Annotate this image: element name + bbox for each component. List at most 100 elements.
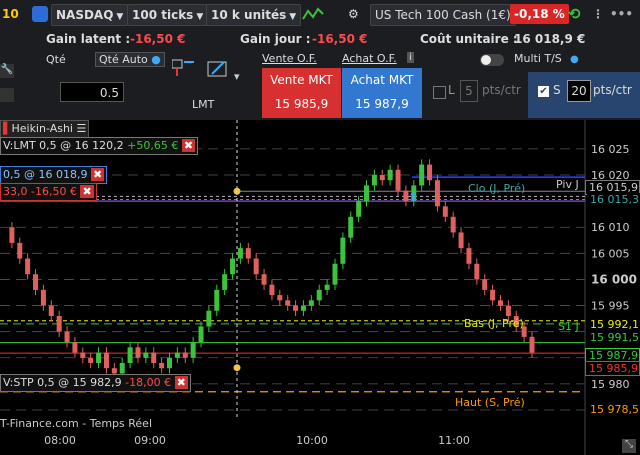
toggle-knob <box>481 55 491 65</box>
candle-down <box>25 258 31 275</box>
ellipsis-icon[interactable]: ••• <box>610 4 633 24</box>
candle-down <box>427 164 433 181</box>
candle-down <box>505 305 511 316</box>
info-dot-icon: ● <box>570 54 579 65</box>
candle-down <box>434 180 440 207</box>
position-pnl-tag: 33,0 -16,50 € ✖ <box>0 183 97 201</box>
sell-mkt-label: Vente MKT <box>270 73 333 87</box>
order-lmt-tag[interactable]: V:LMT 0,5 @ 16 120,2 +50,65 € ✖ <box>0 137 199 155</box>
candle-down <box>482 279 488 290</box>
candle-up <box>237 248 243 259</box>
candle-up <box>166 357 172 369</box>
position-pnl: -16,50 € <box>31 185 77 198</box>
candle-up <box>190 342 196 358</box>
vente-of-label[interactable]: Vente O.F. <box>262 52 317 65</box>
y-tick-label: 16 005 <box>591 247 630 260</box>
level-bas-label: Bas (J, Pré) <box>464 317 524 330</box>
l-label: L <box>448 83 455 97</box>
candle-down <box>40 289 46 306</box>
lmt-label: LMT <box>192 98 215 111</box>
stats-bar: Gain latent : -16,50 € Gain jour : -16,5… <box>0 28 640 51</box>
level-piv-label: Piv J <box>556 178 579 191</box>
candle-up <box>348 216 354 238</box>
indicator-icon[interactable] <box>302 4 324 24</box>
order-handle <box>233 364 241 372</box>
order-lmt-pnl: +50,65 € <box>127 139 179 152</box>
order-stp-tag[interactable]: V:STP 0,5 @ 15 982,9 -18,00 € ✖ <box>0 374 191 392</box>
multi-ts-toggle[interactable] <box>480 54 504 66</box>
qty-input[interactable]: 0.5 <box>60 82 124 102</box>
sell-mkt-button[interactable]: Vente MKT 15 985,9 <box>262 68 341 118</box>
y-tick-label: 16 025 <box>591 143 630 156</box>
chart-type-tag[interactable]: ▌Heikin-Ashi ☰ <box>0 120 90 138</box>
top-toolbar: 10 NASDAQ ▼ 100 ticks ▼ 10 k unités ▼ ⚙ US … <box>0 0 640 29</box>
refresh-icon[interactable]: ⟲ <box>568 4 581 24</box>
gain-latent-label: Gain latent : <box>46 32 131 46</box>
candle-up <box>356 201 362 217</box>
candle-up <box>174 352 180 358</box>
order-edit-icon[interactable] <box>206 58 230 80</box>
candle-up <box>324 284 330 290</box>
close-icon[interactable]: ✖ <box>174 376 188 389</box>
price-tag-haut: 15 978,5 <box>587 403 640 416</box>
chevron-down-icon[interactable]: ▾ <box>234 70 240 83</box>
l-checkbox[interactable] <box>433 86 446 99</box>
list-icon[interactable]: ☰ <box>76 122 86 135</box>
candle-down <box>111 368 117 374</box>
candle-down <box>277 295 283 301</box>
candle-down <box>159 363 165 369</box>
candle-down <box>253 258 259 275</box>
keyboard-icon[interactable] <box>0 88 14 102</box>
x-tick-label: 10:00 <box>296 434 328 447</box>
close-icon[interactable]: ✖ <box>80 185 94 198</box>
candle-up <box>340 237 346 264</box>
wrench-icon[interactable]: 🔧 <box>0 64 14 78</box>
chevron-down-icon: ▼ <box>116 12 124 22</box>
instrument-label: US Tech 100 Cash (1€) <box>375 8 511 22</box>
candle-up <box>206 310 212 327</box>
l-input[interactable]: 5 <box>460 80 478 102</box>
candle-down <box>466 248 472 264</box>
arrow-up-icon: ⬆ <box>408 190 419 204</box>
candle-up <box>198 326 204 343</box>
info-icon[interactable]: i <box>407 52 414 63</box>
achat-of-label[interactable]: Achat O.F. <box>342 52 397 65</box>
candle-up <box>387 169 393 181</box>
order-lmt-label: V:LMT 0,5 @ 16 120,2 <box>3 139 124 152</box>
link-icon[interactable] <box>32 6 48 22</box>
buy-mkt-button[interactable]: Achat MKT 15 987,9 <box>342 68 422 118</box>
s-checkbox[interactable]: ✔ <box>538 86 549 97</box>
level-s1-label: S1 J <box>558 320 579 333</box>
qty-auto-label: Qté Auto <box>99 53 148 66</box>
close-icon[interactable]: ✖ <box>90 168 105 181</box>
s-input[interactable]: 20 <box>567 80 591 102</box>
candle-down <box>293 305 299 311</box>
price-tag-bid: 15 985,9 <box>585 361 640 376</box>
price-chart[interactable]: 16 02516 02016 01516 01016 00516 00015 9… <box>0 120 640 455</box>
close-icon[interactable]: ✖ <box>181 139 196 152</box>
order-panel: 🔧 Qté Qté Auto ● 0.5 LMT ▾ Vente O.F. Ac… <box>0 50 640 121</box>
dots-icon[interactable]: ⋮ <box>592 4 604 24</box>
settings-gear-icon[interactable]: ⚙ <box>348 4 359 24</box>
gain-latent-value: -16,50 € <box>130 32 186 46</box>
qty-auto-toggle[interactable]: Qté Auto ● <box>95 52 165 67</box>
candle-up <box>222 274 228 290</box>
expand-icon[interactable]: ⤡ <box>622 439 636 453</box>
ticks-select[interactable]: 100 ticks ▼ <box>127 4 209 26</box>
symbol-select[interactable]: NASDAQ ▼ <box>51 4 129 26</box>
qty-label: Qté <box>46 53 66 66</box>
candle-down <box>450 216 456 233</box>
position-tag[interactable]: 0,5 @ 16 018,9 ✖ <box>0 166 108 184</box>
price-tag-s1: 15 991,5 <box>587 331 640 344</box>
candle-down <box>379 175 385 181</box>
units-select[interactable]: 10 k unités ▼ <box>206 4 302 26</box>
position-label: 0,5 @ 16 018,9 <box>3 168 88 181</box>
candle-down <box>245 248 251 259</box>
candle-up <box>300 305 306 311</box>
instrument-select[interactable]: US Tech 100 Cash (1€) <box>370 4 516 26</box>
order-handle <box>233 187 241 195</box>
cout-unitaire-label: Coût unitaire : <box>420 32 518 46</box>
order-swap-icon[interactable] <box>171 58 196 80</box>
gain-jour-value: -16,50 € <box>312 32 368 46</box>
cout-unitaire-value: 16 018,9 € <box>514 32 586 46</box>
